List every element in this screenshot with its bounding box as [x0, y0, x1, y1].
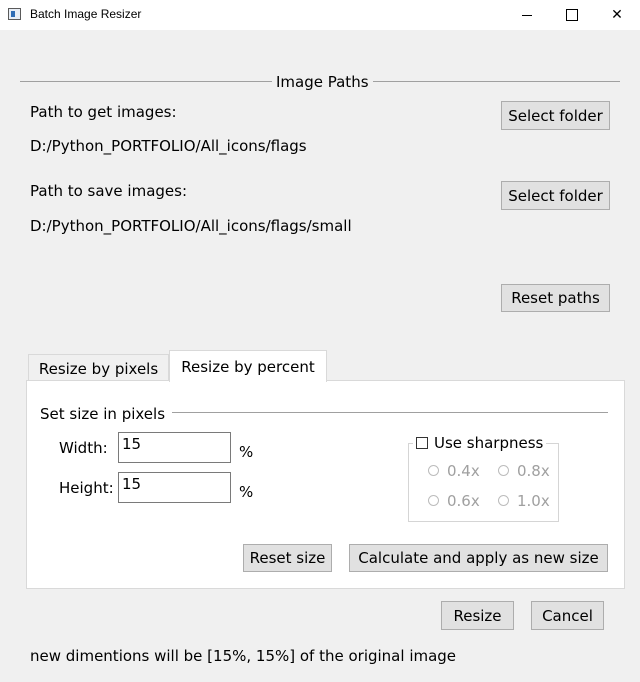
minimize-button[interactable]: [504, 0, 550, 30]
app-icon: [8, 8, 21, 20]
sharpness-radio-0-4x[interactable]: [428, 465, 439, 476]
close-button[interactable]: ✕: [594, 0, 640, 30]
width-unit: %: [239, 443, 254, 461]
use-sharpness-checkbox-row[interactable]: Use sharpness: [413, 434, 547, 452]
status-text: new dimentions will be [15%, 15%] of the…: [30, 647, 457, 665]
resize-button[interactable]: Resize: [441, 601, 514, 630]
minimize-icon: [522, 14, 532, 16]
width-input[interactable]: 15: [118, 432, 231, 463]
height-label: Height:: [59, 479, 114, 497]
calculate-apply-button[interactable]: Calculate and apply as new size: [349, 544, 608, 572]
sharpness-radio-1-0x[interactable]: [498, 495, 509, 506]
sharpness-group: [408, 443, 559, 522]
size-group-title: Set size in pixels: [40, 405, 166, 423]
tab-resize-by-percent[interactable]: Resize by percent: [169, 350, 327, 382]
maximize-icon: [566, 9, 578, 21]
reset-paths-button[interactable]: Reset paths: [501, 284, 610, 312]
sharpness-radio-0-6x[interactable]: [428, 495, 439, 506]
save-path-label: Path to save images:: [30, 182, 188, 200]
height-unit: %: [239, 483, 254, 501]
reset-size-button[interactable]: Reset size: [243, 544, 332, 572]
select-source-folder-button[interactable]: Select folder: [501, 101, 610, 130]
close-icon: ✕: [611, 7, 623, 23]
get-path-value: D:/Python_PORTFOLIO/All_icons/flags: [30, 137, 307, 155]
sharpness-option-0-4x: 0.4x: [447, 462, 480, 480]
window-title: Batch Image Resizer: [30, 7, 142, 21]
use-sharpness-checkbox[interactable]: [416, 437, 428, 449]
get-path-label: Path to get images:: [30, 103, 177, 121]
tab-resize-by-pixels[interactable]: Resize by pixels: [28, 354, 169, 382]
save-path-value: D:/Python_PORTFOLIO/All_icons/flags/smal…: [30, 217, 352, 235]
select-destination-folder-button[interactable]: Select folder: [501, 181, 610, 210]
use-sharpness-label: Use sharpness: [434, 434, 544, 452]
size-group-border: [172, 412, 608, 413]
width-label: Width:: [59, 439, 108, 457]
sharpness-radio-0-8x[interactable]: [498, 465, 509, 476]
maximize-button[interactable]: [549, 0, 595, 30]
height-input[interactable]: 15: [118, 472, 231, 503]
sharpness-option-0-8x: 0.8x: [517, 462, 550, 480]
image-paths-group-title: Image Paths: [272, 73, 373, 91]
sharpness-option-1-0x: 1.0x: [517, 492, 550, 510]
sharpness-option-0-6x: 0.6x: [447, 492, 480, 510]
cancel-button[interactable]: Cancel: [531, 601, 604, 630]
